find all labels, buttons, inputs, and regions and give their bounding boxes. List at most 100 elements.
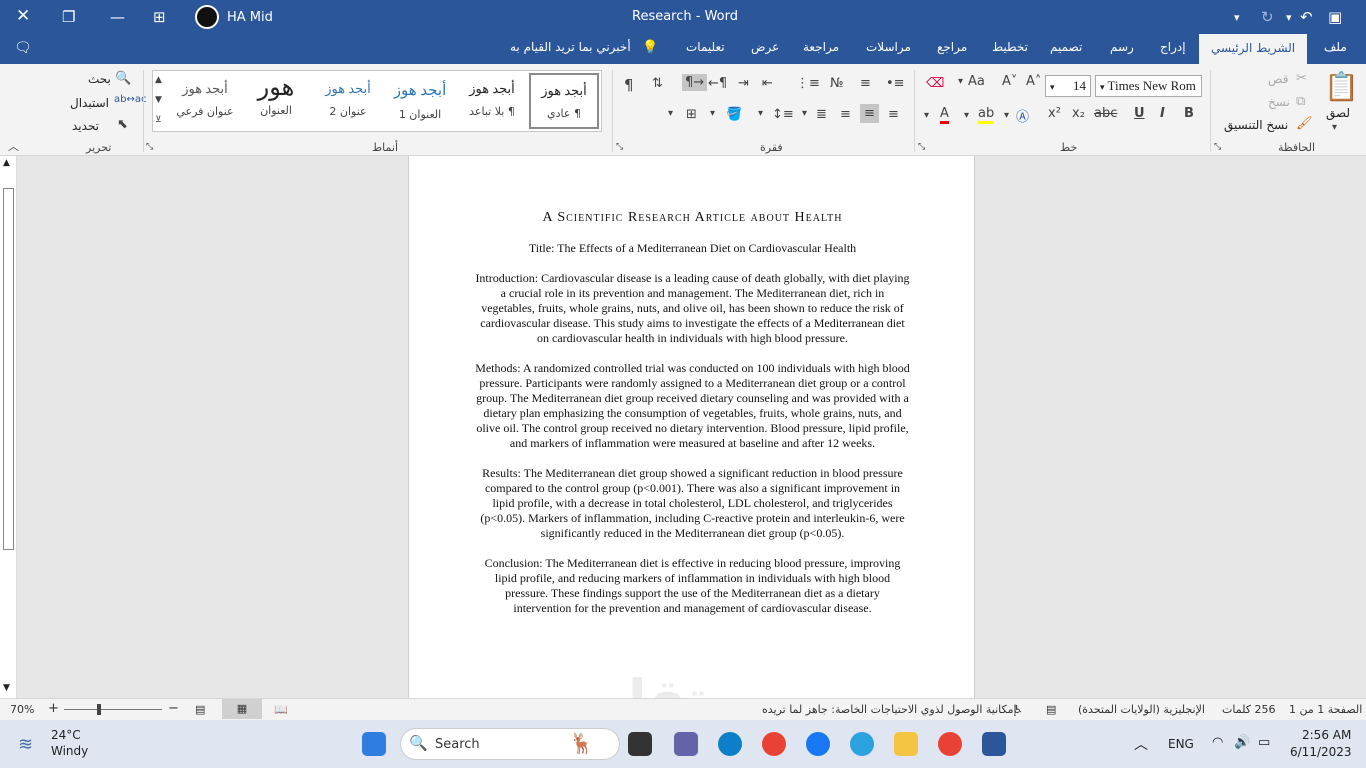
font-name-dropdown-icon[interactable]: ▾	[1100, 82, 1105, 92]
style-title[interactable]: هور العنوان	[241, 73, 311, 129]
justify-icon[interactable]: ≣	[816, 107, 827, 122]
wifi-icon[interactable]: ◠	[1212, 735, 1223, 750]
strikethrough-icon[interactable]: abc	[1094, 106, 1117, 121]
font-size-dropdown-icon[interactable]: ▾	[1050, 82, 1055, 92]
line-spacing-dropdown-icon[interactable]: ▾	[758, 108, 763, 119]
chrome-profile-icon[interactable]	[938, 732, 962, 756]
borders-dropdown-icon[interactable]: ▾	[668, 108, 673, 119]
read-mode-icon[interactable]: 📖	[274, 703, 288, 716]
format-painter-icon[interactable]: 🖌	[1296, 116, 1313, 131]
paragraph-launcher-icon[interactable]: ⤡	[616, 142, 623, 152]
show-marks-icon[interactable]: ¶	[624, 76, 634, 94]
style-subtitle[interactable]: أبجد هوز عنوان فرعي	[169, 73, 241, 129]
task-view-icon[interactable]	[628, 732, 652, 756]
qat-customize-icon[interactable]: ▾	[1234, 11, 1240, 24]
accessibility-status[interactable]: إمكانية الوصول لذوي الاحتياجات الخاصة: ج…	[762, 703, 1017, 716]
file-explorer-icon[interactable]	[894, 732, 918, 756]
tab-help[interactable]: تعليمات	[686, 40, 725, 54]
tab-home[interactable]: الشريط الرئيسي	[1199, 34, 1308, 64]
focus-icon[interactable]: ▤	[195, 703, 205, 716]
borders-icon[interactable]: ⊞	[686, 107, 697, 122]
subscript-icon[interactable]: x₂	[1072, 106, 1085, 121]
style-heading-1[interactable]: أبجد هوز العنوان 1	[385, 73, 455, 129]
font-launcher-icon[interactable]: ⤡	[918, 142, 925, 152]
align-left-icon[interactable]: ≡	[840, 107, 851, 122]
line-spacing-icon[interactable]: ↕≡	[772, 107, 794, 122]
telegram-icon[interactable]	[850, 732, 874, 756]
accessibility-icon[interactable]: ♿	[1013, 703, 1023, 716]
distribute-dropdown-icon[interactable]: ▾	[802, 108, 807, 119]
tab-layout[interactable]: تخطيط	[992, 40, 1028, 54]
style-normal[interactable]: أبجد هوز ¶ عادي	[529, 73, 599, 129]
tab-references[interactable]: مراجع	[937, 40, 967, 54]
proofing-icon[interactable]: ▤	[1046, 703, 1056, 716]
scroll-thumb[interactable]	[3, 188, 14, 550]
paste-button[interactable]: لصق	[1326, 106, 1350, 120]
gallery-more-icon[interactable]: ⊻	[155, 115, 162, 125]
print-layout-icon[interactable]: ▦	[222, 699, 262, 719]
ribbon-display-options-icon[interactable]: ⊞	[153, 8, 166, 26]
shrink-font-icon[interactable]: A˅	[1002, 74, 1017, 89]
cut-icon[interactable]: ✂	[1296, 71, 1307, 86]
document-body[interactable]: A Scientific Research Article about Heal…	[475, 210, 910, 631]
zoom-slider[interactable]	[64, 709, 162, 710]
battery-icon[interactable]: ▭	[1258, 735, 1270, 750]
font-name-input[interactable]: ▾ Times New Rom	[1095, 75, 1202, 97]
style-heading-2[interactable]: أبجد هوز عنوان 2	[313, 73, 383, 129]
italic-icon[interactable]: I	[1160, 106, 1165, 121]
text-effects-dropdown-icon[interactable]: ▾	[1004, 110, 1009, 121]
bullets-icon[interactable]: •≡	[886, 76, 905, 91]
scroll-up-icon[interactable]: ▲	[3, 158, 10, 168]
weather-temp[interactable]: 24°C	[51, 728, 81, 742]
cut-button[interactable]: قص	[1268, 72, 1288, 86]
style-no-spacing[interactable]: أبجد هوز ¶ بلا تباعد	[457, 73, 527, 129]
language-status[interactable]: الإنجليزية (الولايات المتحدة)	[1078, 703, 1205, 716]
scroll-down-icon[interactable]: ▼	[3, 683, 10, 693]
tell-me-input[interactable]: أخبرني بما تريد القيام به	[510, 40, 631, 54]
weather-desc[interactable]: Windy	[51, 744, 88, 758]
multilevel-list-icon[interactable]: ⋮≡	[796, 76, 820, 91]
underline-icon[interactable]: U	[1134, 106, 1145, 121]
numbering-icon[interactable]: №	[830, 76, 844, 91]
paste-icon[interactable]: 📋	[1324, 70, 1359, 103]
tab-file[interactable]: ملف	[1324, 40, 1347, 54]
sort-icon[interactable]: ⇅	[652, 76, 663, 91]
copy-icon[interactable]: ⧉	[1296, 94, 1305, 109]
align-right-icon[interactable]: ≡	[888, 107, 899, 122]
font-size-input[interactable]: ▾ 14	[1045, 75, 1091, 97]
edge-icon[interactable]	[718, 732, 742, 756]
font-color-dropdown-icon[interactable]: ▾	[924, 110, 929, 121]
shading-icon[interactable]: 🪣	[726, 107, 742, 122]
styles-launcher-icon[interactable]: ⤡	[146, 142, 153, 152]
change-case-icon[interactable]: Aa	[968, 74, 985, 89]
shading-dropdown-icon[interactable]: ▾	[710, 108, 715, 119]
undo-icon[interactable]: ↶	[1300, 8, 1313, 26]
windows-start-icon[interactable]	[362, 732, 386, 756]
gallery-down-icon[interactable]: ▼	[155, 95, 162, 105]
word-icon[interactable]	[982, 732, 1006, 756]
gallery-up-icon[interactable]: ▲	[155, 75, 162, 85]
chrome-icon[interactable]	[762, 732, 786, 756]
save-icon[interactable]: ▣	[1328, 8, 1342, 26]
format-painter-button[interactable]: نسخ التنسيق	[1224, 118, 1288, 132]
select-button[interactable]: تحديد	[72, 119, 99, 133]
zoom-out-icon[interactable]: −	[168, 701, 179, 716]
clear-formatting-icon[interactable]: ⌫	[926, 76, 944, 91]
zoom-slider-thumb[interactable]	[97, 704, 101, 715]
tab-design[interactable]: تصميم	[1050, 40, 1082, 54]
collapse-ribbon-icon[interactable]: ︿	[8, 138, 19, 154]
volume-icon[interactable]: 🔊	[1234, 735, 1250, 750]
numbering-dropdown-icon[interactable]: ≡	[860, 76, 871, 91]
font-color-icon[interactable]: A	[940, 106, 949, 124]
tab-mailings[interactable]: مراسلات	[866, 40, 911, 54]
clock-date[interactable]: 6/11/2023	[1290, 745, 1352, 759]
increase-indent-icon[interactable]: ⇥	[738, 76, 749, 91]
teams-icon[interactable]	[674, 732, 698, 756]
highlight-icon[interactable]: ab	[978, 106, 995, 124]
repeat-icon[interactable]: ↻	[1261, 8, 1274, 26]
paste-dropdown-icon[interactable]: ▾	[1332, 122, 1337, 133]
change-case-dropdown-icon[interactable]: ▾	[958, 76, 963, 87]
page-number[interactable]: الصفحة 1 من 1	[1289, 703, 1362, 716]
zoom-in-icon[interactable]: +	[48, 701, 59, 716]
facebook-icon[interactable]	[806, 732, 830, 756]
